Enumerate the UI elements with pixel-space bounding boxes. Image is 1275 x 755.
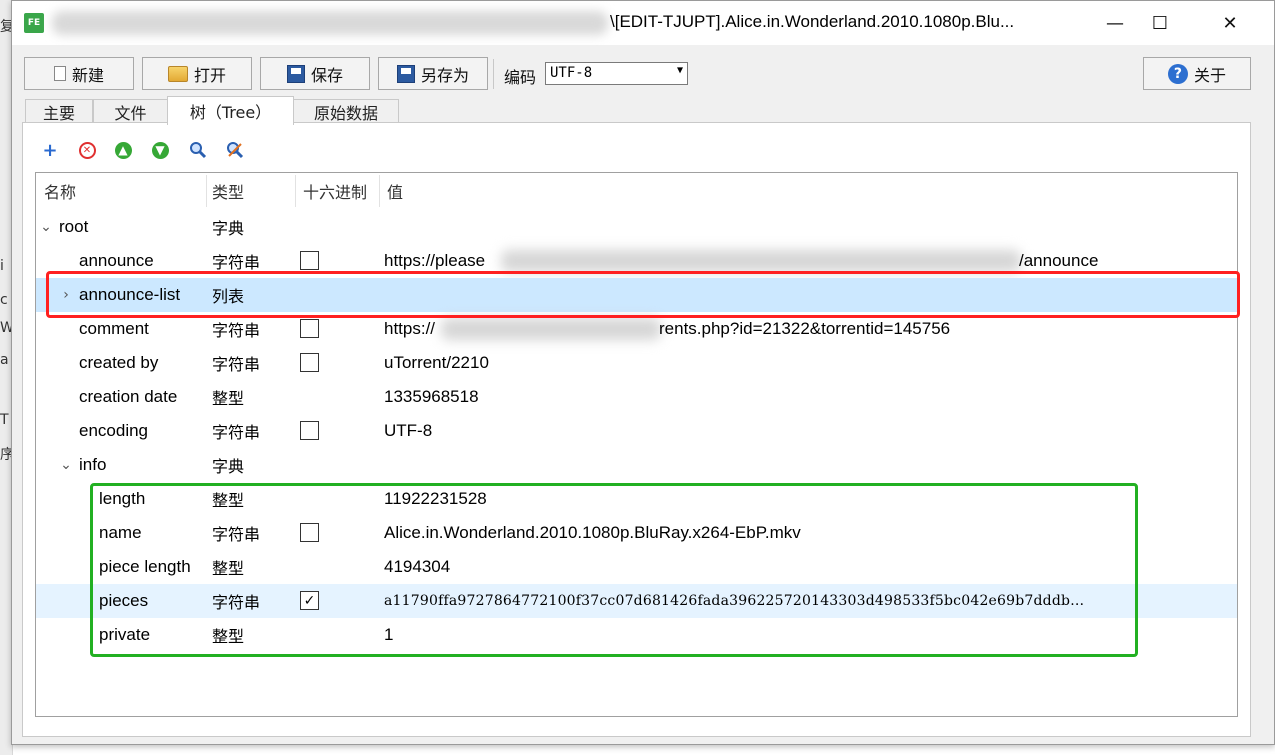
- remove-icon[interactable]: ✕: [77, 140, 97, 160]
- search-replace-icon[interactable]: [225, 140, 245, 160]
- column-divider: [206, 175, 207, 207]
- minimize-button[interactable]: —: [1092, 7, 1138, 39]
- tab-raw-data[interactable]: 原始数据: [293, 99, 399, 124]
- floppy-disk-icon: [396, 64, 415, 83]
- window-title: \[EDIT-TJUPT].Alice.in.Wonderland.2010.1…: [610, 12, 1015, 31]
- redacted-value: [441, 318, 661, 340]
- new-button-label: 新建: [71, 65, 104, 85]
- row-value: UTF-8: [384, 421, 433, 440]
- chevron-down-icon[interactable]: ⌄: [58, 448, 74, 482]
- row-type: 字典: [212, 219, 245, 238]
- about-button[interactable]: ? 关于: [1143, 57, 1251, 90]
- row-name: encoding: [79, 421, 149, 440]
- row-name: creation date: [79, 387, 178, 406]
- move-up-icon[interactable]: ▲: [113, 140, 133, 160]
- chevron-down-icon[interactable]: ⌄: [38, 210, 54, 244]
- save-as-button-label: 另存为: [420, 65, 469, 85]
- help-icon: ?: [1167, 63, 1188, 84]
- new-button[interactable]: 新建: [24, 57, 134, 90]
- tab-files[interactable]: 文件: [93, 99, 168, 124]
- title-bar[interactable]: FE \[EDIT-TJUPT].Alice.in.Wonderland.201…: [12, 1, 1274, 45]
- save-as-button[interactable]: 另存为: [378, 57, 488, 90]
- red-highlight-box: [46, 271, 1240, 318]
- close-button[interactable]: ✕: [1207, 7, 1253, 39]
- hex-checkbox[interactable]: [300, 319, 319, 338]
- open-button-label: 打开: [193, 65, 226, 85]
- column-header-type[interactable]: 类型: [212, 173, 292, 209]
- open-button[interactable]: 打开: [142, 57, 252, 90]
- column-header-name[interactable]: 名称: [44, 173, 204, 209]
- about-button-label: 关于: [1193, 65, 1226, 85]
- row-type: 字典: [212, 457, 245, 476]
- encoding-select[interactable]: UTF-8 ▼: [545, 62, 688, 85]
- column-divider: [379, 175, 380, 207]
- tree-row-encoding[interactable]: encoding 字符串 UTF-8: [36, 414, 1237, 448]
- column-divider: [295, 175, 296, 207]
- redacted-value: [501, 250, 1021, 272]
- hex-checkbox[interactable]: [300, 353, 319, 372]
- add-icon[interactable]: +: [40, 140, 60, 161]
- new-file-icon: [53, 66, 66, 81]
- tree-row-root[interactable]: ⌄ root 字典: [36, 210, 1237, 244]
- row-value: 1335968518: [384, 387, 479, 406]
- save-button[interactable]: 保存: [260, 57, 370, 90]
- column-header-value[interactable]: 值: [387, 173, 487, 209]
- app-icon: FE: [24, 13, 44, 33]
- tree-row-created-by[interactable]: created by 字符串 uTorrent/2210: [36, 346, 1237, 380]
- maximize-button[interactable]: ☐: [1137, 7, 1183, 39]
- tab-main[interactable]: 主要: [25, 99, 93, 124]
- redacted-title: [52, 11, 608, 35]
- search-icon[interactable]: [188, 140, 208, 160]
- encoding-label: 编码: [504, 68, 537, 87]
- column-header-hex[interactable]: 十六进制: [303, 173, 383, 209]
- folder-icon: [167, 65, 188, 82]
- green-highlight-box: [90, 483, 1138, 657]
- toolbar-separator: [493, 59, 494, 89]
- bg-fragment: c: [0, 292, 8, 308]
- tree-row-creation-date[interactable]: creation date 整型 1335968518: [36, 380, 1237, 414]
- tree-row-info[interactable]: ⌄ info 字典: [36, 448, 1237, 482]
- tab-tree[interactable]: 树（Tree）: [167, 96, 294, 125]
- save-button-label: 保存: [310, 65, 343, 85]
- row-name: created by: [79, 353, 159, 372]
- row-type: 字符串: [212, 355, 261, 374]
- row-type: 整型: [212, 389, 245, 408]
- bg-fragment: a: [0, 352, 9, 368]
- row-type: 字符串: [212, 423, 261, 442]
- bg-fragment: i: [0, 258, 4, 274]
- move-down-icon[interactable]: ▼: [150, 140, 170, 160]
- row-value: uTorrent/2210: [384, 353, 489, 372]
- bg-fragment: T: [0, 412, 9, 428]
- row-name: info: [79, 455, 107, 474]
- floppy-disk-icon: [286, 64, 305, 83]
- hex-checkbox[interactable]: [300, 421, 319, 440]
- dropdown-arrow-icon: ▼: [676, 65, 683, 76]
- row-name: root: [59, 217, 89, 236]
- encoding-value: UTF-8: [550, 65, 593, 81]
- hex-checkbox[interactable]: [300, 251, 319, 270]
